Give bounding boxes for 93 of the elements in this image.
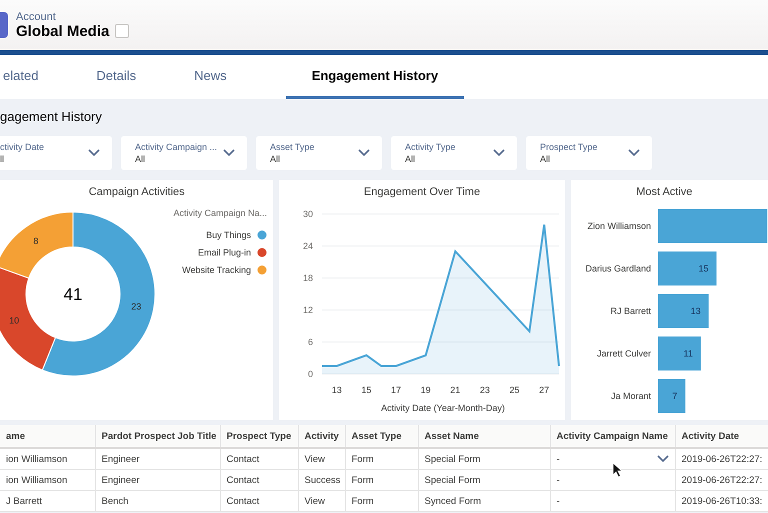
axis-tick-label: 21: [450, 385, 461, 395]
object-type-label: Account: [16, 10, 57, 22]
table-row[interactable]: ion Williamson Engineer Contact Success Form Special Form - 2019-06-26T22:27:: [0, 470, 768, 490]
data-label: 8: [33, 236, 38, 246]
chevron-down-icon[interactable]: [656, 455, 668, 463]
table-cell: Contact: [220, 448, 298, 470]
filter-dropdown[interactable]: Asset Type All: [256, 136, 382, 170]
legend-label: Website Tracking: [182, 265, 251, 275]
table-cell: Form: [345, 448, 418, 470]
axis-tick-label: 23: [480, 385, 490, 395]
axis-title: Activity Date (Year-Month-Day): [382, 403, 506, 413]
account-icon: [0, 12, 8, 38]
chevron-down-icon[interactable]: [493, 149, 505, 157]
axis-tick-label: 19: [421, 385, 432, 395]
table-row[interactable]: ion Williamson Engineer Contact View Form Special Form - 2019-06-26T22:27:: [0, 448, 768, 470]
chart-title: Engagement Over Time: [362, 185, 482, 200]
bar-label: Darius Gardland: [585, 264, 651, 274]
column-header[interactable]: Prospect Type: [220, 425, 298, 448]
bar-label: Jarrett Culver: [596, 348, 651, 358]
table-cell: Special Form: [418, 470, 550, 490]
axis-tick-label: 30: [303, 209, 314, 219]
table-cell: Engineer: [95, 470, 220, 490]
tab[interactable]: News: [168, 55, 253, 99]
axis-tick-label: 18: [303, 273, 314, 283]
table-cell: View: [298, 490, 345, 512]
bar: [658, 252, 716, 286]
bar-label: Zion Williamson: [587, 221, 651, 231]
chevron-down-icon[interactable]: [223, 149, 235, 157]
chart-title: Campaign Activities: [88, 185, 186, 200]
table-cell: Engineer: [95, 448, 220, 470]
data-label: 11: [683, 348, 693, 358]
data-label: 10: [9, 315, 20, 326]
donut-total: 41: [64, 285, 82, 304]
section-heading: gagement History: [0, 108, 103, 126]
axis-tick-label: 15: [362, 385, 372, 395]
axis-tick-label: 24: [303, 241, 314, 251]
data-label: 15: [698, 264, 708, 274]
table-cell: 2019-06-26T22:27:: [675, 470, 768, 490]
legend-label: Buy Things: [206, 230, 251, 240]
table-cell: Contact: [220, 470, 298, 490]
column-header[interactable]: Activity Campaign Name: [550, 425, 675, 448]
chevron-down-icon[interactable]: [628, 149, 640, 157]
table-cell: Bench: [95, 490, 220, 512]
table-cell: J Barrett: [0, 490, 95, 512]
table-cell: Success: [298, 470, 345, 490]
bar: [658, 294, 708, 328]
data-label: 13: [690, 306, 700, 316]
table-cell: ion Williamson: [0, 448, 95, 470]
table-cell: Contact: [220, 490, 298, 512]
filter-dropdown[interactable]: Activity Campaign ... All: [121, 136, 247, 170]
bar-label: RJ Barrett: [610, 306, 651, 316]
column-header[interactable]: ame: [0, 425, 95, 448]
column-header[interactable]: Activity: [298, 425, 345, 448]
bar: [658, 379, 685, 413]
tab[interactable]: Engagement History: [286, 55, 464, 99]
table-cell: -: [550, 490, 675, 512]
table-cell: Form: [345, 470, 418, 490]
table-cell: 2019-06-26T22:27:: [675, 448, 768, 470]
chevron-down-icon[interactable]: [88, 149, 100, 157]
axis-tick-label: 27: [540, 385, 550, 395]
axis-tick-label: 12: [303, 305, 314, 315]
bar: [658, 336, 701, 370]
legend-label: Email Plug-in: [198, 248, 251, 258]
axis-tick-label: 6: [308, 337, 314, 347]
column-header[interactable]: Asset Name: [418, 425, 550, 448]
bar-label: Ja Morant: [610, 391, 651, 401]
axis-tick-label: 25: [510, 385, 520, 395]
column-header[interactable]: Activity Date: [675, 425, 768, 448]
table-cell: -: [556, 454, 560, 464]
column-header[interactable]: Pardot Prospect Job Title: [95, 425, 220, 448]
tab[interactable]: elated: [3, 55, 64, 99]
chart-title: Most Active: [635, 185, 694, 200]
axis-tick-label: 0: [308, 369, 314, 379]
mouse-cursor-icon: [612, 462, 623, 478]
data-label: 7: [672, 391, 677, 401]
legend-title: Activity Campaign Na...: [173, 208, 267, 218]
tab[interactable]: Details: [70, 55, 162, 99]
table-cell: View: [298, 448, 345, 470]
filter-dropdown[interactable]: Activity Type All: [391, 136, 517, 170]
table-row[interactable]: J Barrett Bench Contact View Form Synced Form - 2019-06-26T10:33:: [0, 490, 768, 512]
axis-tick-label: 17: [391, 385, 402, 395]
filter-dropdown[interactable]: ctivity Date ll: [0, 136, 112, 170]
table-cell: 2019-06-26T10:33:: [675, 490, 768, 512]
axis-tick-label: 13: [332, 385, 342, 395]
data-label: 23: [131, 301, 142, 312]
table-cell: ion Williamson: [0, 470, 95, 490]
table-cell: Special Form: [418, 448, 550, 470]
chevron-down-icon[interactable]: [358, 149, 370, 157]
table-cell: Form: [345, 490, 418, 512]
record-title: Global Media: [16, 22, 110, 40]
column-header[interactable]: Asset Type: [345, 425, 418, 448]
table-cell: Synced Form: [418, 490, 550, 512]
filter-dropdown[interactable]: Prospect Type All: [526, 136, 652, 170]
